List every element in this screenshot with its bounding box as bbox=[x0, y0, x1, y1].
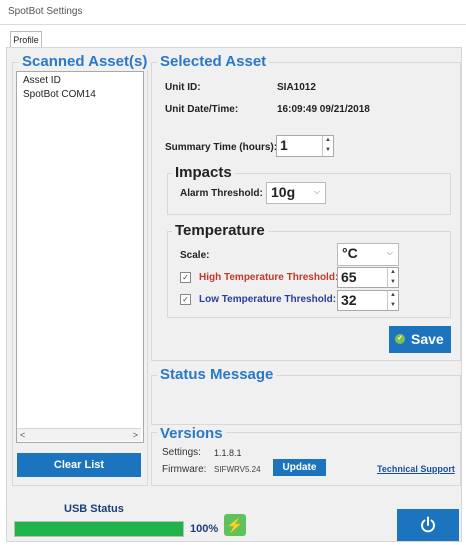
check-circle-icon: ✓ bbox=[395, 334, 405, 344]
chevron-down-icon[interactable]: ⌵ bbox=[314, 187, 320, 197]
scanned-assets-list[interactable]: Asset ID SpotBot COM14 bbox=[16, 71, 144, 443]
alarm-threshold-value: 10g bbox=[271, 184, 296, 200]
usb-status-label: USB Status bbox=[64, 503, 124, 515]
window-titlebar: SpotBot Settings bbox=[0, 0, 466, 25]
settings-version-value: 1.1.8.1 bbox=[214, 448, 242, 458]
low-temp-checkbox[interactable]: ✓ bbox=[180, 294, 191, 305]
low-temp-label: Low Temperature Threshold: bbox=[199, 294, 337, 305]
stepper-up-icon[interactable]: ▲ bbox=[388, 268, 398, 278]
alarm-threshold-label: Alarm Threshold: bbox=[180, 188, 263, 199]
scroll-right-icon[interactable]: > bbox=[133, 429, 138, 441]
summary-time-value[interactable]: 1 bbox=[280, 137, 288, 153]
stepper-up-icon[interactable]: ▲ bbox=[323, 136, 333, 146]
stepper-down-icon[interactable]: ▼ bbox=[388, 278, 398, 288]
summary-time-stepper[interactable]: 1 ▲ ▼ bbox=[276, 135, 334, 157]
usb-progress-bar bbox=[14, 521, 184, 537]
stepper-arrows[interactable]: ▲ ▼ bbox=[387, 291, 398, 310]
firmware-label: Firmware: bbox=[162, 464, 207, 475]
window-title: SpotBot Settings bbox=[8, 6, 83, 17]
stepper-up-icon[interactable]: ▲ bbox=[388, 291, 398, 301]
chevron-down-icon[interactable]: ⌵ bbox=[387, 248, 393, 258]
high-temp-label: High Temperature Threshold: bbox=[199, 272, 339, 283]
usb-connection-icon: ⚡ bbox=[224, 514, 246, 536]
unit-datetime-value: 16:09:49 09/21/2018 bbox=[277, 104, 370, 115]
settings-version-label: Settings: bbox=[162, 447, 201, 458]
status-message-title: Status Message bbox=[157, 366, 277, 383]
list-item[interactable]: Asset ID bbox=[23, 75, 61, 86]
scale-value: °C bbox=[342, 245, 358, 261]
alarm-threshold-select[interactable]: 10g ⌵ bbox=[266, 182, 326, 204]
unit-id-value: SIA1012 bbox=[277, 82, 316, 93]
scanned-assets-title: Scanned Asset(s) bbox=[19, 53, 151, 70]
scale-select[interactable]: °C ⌵ bbox=[337, 243, 399, 266]
versions-title: Versions bbox=[157, 425, 226, 442]
high-temp-value[interactable]: 65 bbox=[341, 269, 357, 285]
list-horizontal-scrollbar[interactable]: < > bbox=[17, 428, 141, 441]
technical-support-link[interactable]: Technical Support bbox=[377, 464, 455, 474]
impacts-title: Impacts bbox=[172, 164, 235, 181]
low-temp-value[interactable]: 32 bbox=[341, 292, 357, 308]
temperature-title: Temperature bbox=[172, 222, 268, 239]
power-icon bbox=[421, 516, 435, 533]
scroll-left-icon[interactable]: < bbox=[20, 429, 25, 441]
stepper-down-icon[interactable]: ▼ bbox=[388, 301, 398, 311]
unit-id-label: Unit ID: bbox=[165, 82, 201, 93]
firmware-value: SIFWRV5.24 bbox=[214, 465, 261, 474]
stepper-arrows[interactable]: ▲ ▼ bbox=[322, 136, 333, 156]
usb-progress-fill bbox=[15, 522, 183, 536]
list-item[interactable]: SpotBot COM14 bbox=[23, 89, 96, 100]
scale-label: Scale: bbox=[180, 250, 210, 261]
summary-time-label: Summary Time (hours): bbox=[165, 142, 278, 153]
high-temp-stepper[interactable]: 65 ▲ ▼ bbox=[337, 267, 399, 288]
update-button[interactable]: Update bbox=[273, 459, 326, 476]
tab-profile[interactable]: Profile bbox=[10, 31, 42, 48]
save-button[interactable]: ✓ Save bbox=[389, 326, 451, 353]
unit-datetime-label: Unit Date/Time: bbox=[165, 104, 239, 115]
stepper-down-icon[interactable]: ▼ bbox=[323, 146, 333, 156]
low-temp-stepper[interactable]: 32 ▲ ▼ bbox=[337, 290, 399, 311]
save-label: Save bbox=[411, 331, 444, 347]
stepper-arrows[interactable]: ▲ ▼ bbox=[387, 268, 398, 287]
clear-list-button[interactable]: Clear List bbox=[17, 453, 141, 477]
usb-progress-text: 100% bbox=[190, 523, 219, 535]
selected-asset-title: Selected Asset bbox=[157, 53, 270, 70]
high-temp-checkbox[interactable]: ✓ bbox=[180, 272, 191, 283]
power-button[interactable] bbox=[397, 509, 459, 541]
